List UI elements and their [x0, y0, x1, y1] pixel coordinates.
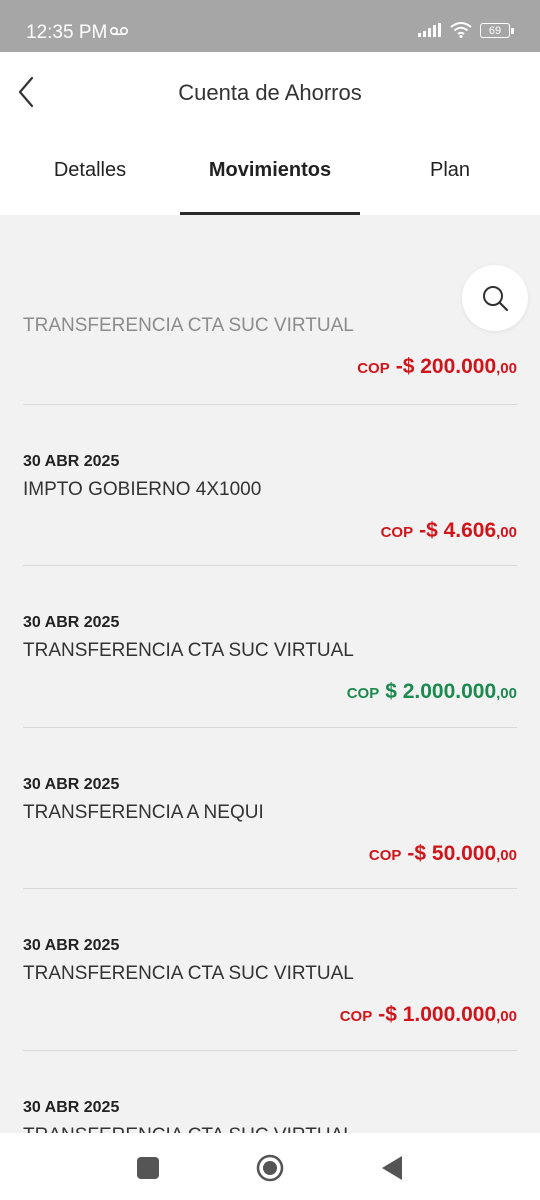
divider: [23, 727, 517, 728]
divider: [23, 404, 517, 405]
voicemail-icon: [110, 27, 128, 35]
signal-icon: [418, 23, 441, 37]
transaction-amount: COP -$ 200.000,00: [23, 355, 517, 379]
status-bar: 12:35 PM 69: [0, 0, 540, 52]
recent-apps-icon: [137, 1157, 159, 1179]
divider: [23, 565, 517, 566]
transaction-decimals: ,00: [496, 685, 517, 702]
transaction-date: 30 ABR 2025: [23, 776, 120, 793]
transaction-decimals: ,00: [496, 360, 517, 377]
transaction-currency: COP: [339, 1008, 373, 1025]
tab-bar: Detalles Movimientos Plan: [0, 142, 540, 215]
transaction-value: -$ 1.000.000: [378, 1003, 497, 1026]
page-title: Cuenta de Ahorros: [178, 80, 362, 105]
status-time: 12:35 PM: [26, 22, 108, 43]
recent-apps-button[interactable]: [128, 1151, 168, 1185]
transaction-description: IMPTO GOBIERNO 4X1000: [23, 479, 262, 500]
transaction-value: $ 2.000.000: [385, 680, 497, 703]
transaction-date: 30 ABR 2025: [23, 937, 120, 954]
divider: [23, 888, 517, 889]
transaction-date: 30 ABR 2025: [23, 1099, 120, 1116]
nav-back-button[interactable]: [372, 1151, 412, 1185]
battery-icon: 69: [480, 22, 514, 38]
list-item[interactable]: 30 ABR 2025 IMPTO GOBIERNO 4X1000 COP -$ …: [23, 453, 517, 543]
list-item[interactable]: TRANSFERENCIA CTA SUC VIRTUAL COP -$ 200.…: [23, 315, 517, 379]
transaction-currency: COP: [380, 524, 414, 541]
transaction-amount: COP -$ 4.606,00: [23, 519, 517, 543]
transaction-description: TRANSFERENCIA A NEQUI: [23, 802, 264, 823]
list-item[interactable]: 30 ABR 2025 TRANSFERENCIA CTA SUC VIRTUA…: [23, 937, 517, 1027]
battery-level: 69: [488, 24, 502, 37]
tab-plan[interactable]: Plan: [360, 142, 540, 215]
transaction-value: -$ 4.606: [419, 519, 497, 542]
transaction-date: 30 ABR 2025: [23, 453, 120, 470]
search-icon: [483, 286, 509, 312]
app-header: Cuenta de Ahorros Detalles Movimientos P…: [0, 52, 540, 215]
transaction-description: TRANSFERENCIA CTA SUC VIRTUAL: [23, 315, 354, 336]
transaction-decimals: ,00: [496, 524, 517, 541]
tab-detalles[interactable]: Detalles: [0, 142, 180, 215]
list-item[interactable]: 30 ABR 2025 TRANSFERENCIA A NEQUI COP -$ …: [23, 776, 517, 866]
transaction-amount: COP $ 2.000.000,00: [23, 680, 517, 704]
wifi-icon: [450, 22, 472, 38]
transaction-currency: COP: [357, 360, 390, 377]
transaction-currency: COP: [346, 685, 380, 702]
transaction-value: -$ 200.000: [395, 355, 497, 378]
list-item[interactable]: 30 ABR 2025 TRANSFERENCIA CTA SUC VIRTUA…: [23, 1099, 517, 1133]
transaction-decimals: ,00: [496, 847, 517, 864]
list-item[interactable]: 30 ABR 2025 TRANSFERENCIA CTA SUC VIRTUA…: [23, 614, 517, 704]
transaction-amount: COP -$ 50.000,00: [23, 842, 517, 866]
search-button[interactable]: [462, 265, 528, 331]
transaction-description: TRANSFERENCIA CTA SUC VIRTUAL: [23, 963, 354, 984]
transactions-list[interactable]: TRANSFERENCIA CTA SUC VIRTUAL COP -$ 200.…: [0, 215, 540, 1133]
system-nav-bar: [0, 1133, 540, 1200]
transaction-description: TRANSFERENCIA CTA SUC VIRTUAL: [23, 640, 354, 661]
transaction-date: 30 ABR 2025: [23, 614, 120, 631]
transaction-description: TRANSFERENCIA CTA SUC VIRTUAL: [23, 1125, 517, 1133]
transaction-amount: COP -$ 1.000.000,00: [23, 1003, 517, 1027]
transaction-currency: COP: [368, 847, 402, 864]
back-icon: [382, 1156, 402, 1180]
tab-movimientos[interactable]: Movimientos: [180, 142, 360, 215]
home-icon: [256, 1154, 284, 1182]
divider: [23, 1050, 517, 1051]
transaction-decimals: ,00: [496, 1008, 517, 1025]
transaction-value: -$ 50.000: [407, 842, 497, 865]
home-button[interactable]: [250, 1151, 290, 1185]
